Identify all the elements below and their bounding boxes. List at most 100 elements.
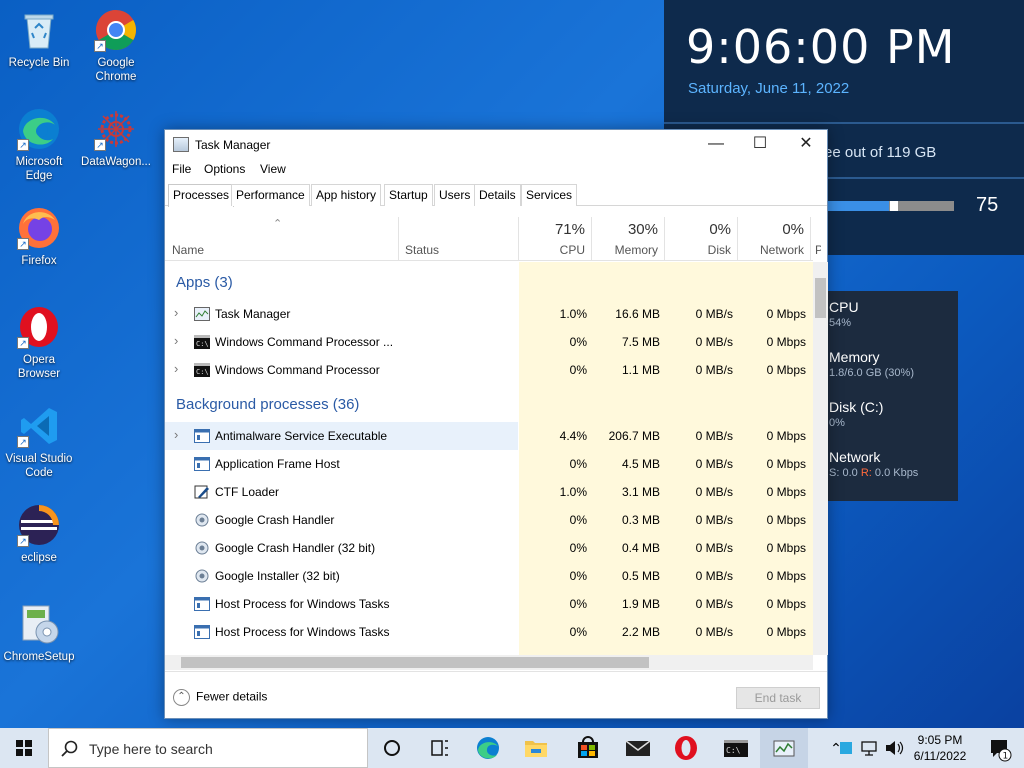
sys-memory: Memory 1.8/6.0 GB (30%) — [829, 349, 914, 379]
process-memory: 0.4 MB — [621, 541, 660, 555]
maximize-button[interactable]: ☐ — [737, 130, 783, 160]
sys-memory-value: 1.8/6.0 GB (30%) — [829, 367, 914, 379]
chevron-right-icon[interactable]: › — [174, 427, 178, 442]
windows-logo-icon — [16, 740, 32, 756]
chevron-right-icon[interactable]: › — [174, 305, 178, 320]
tab-performance[interactable]: Performance — [231, 184, 310, 206]
fewer-details-button[interactable]: ⌃ Fewer details — [173, 689, 267, 706]
desktop-icon-datawagon[interactable]: ↗ DataWagon... — [78, 107, 154, 169]
desktop-icon-google-chrome[interactable]: ↗ Google Chrome — [78, 8, 154, 84]
desktop-icon-opera[interactable]: ↗ Opera Browser — [1, 305, 77, 381]
vertical-scrollbar[interactable] — [813, 262, 828, 655]
table-row[interactable]: › Antimalware Service Executable 4.4% 20… — [165, 422, 813, 450]
table-row[interactable]: › C:\ Windows Command Processor ... 0% 7… — [165, 328, 813, 356]
chevron-right-icon[interactable]: › — [174, 333, 178, 348]
edge-taskbar-icon[interactable] — [464, 728, 512, 768]
command-prompt-taskbar-icon[interactable]: C:\ — [712, 728, 760, 768]
table-row[interactable]: Google Installer (32 bit) 0% 0.5 MB 0 MB… — [165, 562, 813, 590]
minimize-button[interactable]: — — [693, 130, 739, 160]
column-name[interactable]: ⌃ Name — [165, 217, 399, 261]
desktop-icon-recycle-bin[interactable]: Recycle Bin — [1, 8, 77, 70]
table-row[interactable]: Google Crash Handler (32 bit) 0% 0.4 MB … — [165, 534, 813, 562]
volume-icon[interactable] — [882, 728, 906, 768]
close-button[interactable]: ✕ — [783, 130, 829, 160]
table-row[interactable]: Application Frame Host 0% 4.5 MB 0 MB/s … — [165, 450, 813, 478]
tray-clock[interactable]: 9:05 PM 6/11/2022 — [905, 732, 975, 764]
process-disk: 0 MB/s — [695, 625, 733, 639]
column-cpu[interactable]: 71% CPU — [519, 217, 592, 261]
chevron-up-icon: ⌃ — [173, 689, 190, 706]
menu-file[interactable]: File — [172, 162, 191, 176]
tab-app-history[interactable]: App history — [311, 184, 382, 206]
service-window-icon — [194, 457, 210, 471]
end-task-button[interactable]: End task — [736, 687, 820, 709]
task-view-icon[interactable] — [416, 728, 464, 768]
group-background: Background processes (36) — [176, 396, 360, 413]
tray-app-icon[interactable] — [836, 728, 856, 768]
task-manager-icon — [173, 137, 189, 152]
column-disk[interactable]: 0% Disk — [665, 217, 738, 261]
firefox-icon: ↗ — [17, 206, 61, 250]
desktop-icon-microsoft-edge[interactable]: ↗ Microsoft Edge — [1, 107, 77, 183]
window-title: Task Manager — [195, 138, 271, 152]
shortcut-arrow-icon: ↗ — [17, 535, 29, 547]
horizontal-scrollbar[interactable] — [165, 655, 813, 670]
desktop-icon-vscode[interactable]: ↗ Visual Studio Code — [1, 404, 77, 480]
microsoft-store-icon[interactable] — [564, 728, 612, 768]
file-explorer-icon[interactable] — [512, 728, 560, 768]
process-network: 0 Mbps — [766, 513, 806, 527]
menu-view[interactable]: View — [260, 162, 286, 176]
column-memory[interactable]: 30% Memory — [592, 217, 665, 261]
tab-details[interactable]: Details — [474, 184, 521, 206]
chrome-icon: ↗ — [94, 8, 138, 52]
notifications-icon[interactable]: 1 — [976, 728, 1024, 768]
column-power[interactable]: P — [811, 217, 821, 261]
start-button[interactable] — [0, 728, 48, 768]
desktop-icon-chromesetup[interactable]: ChromeSetup — [1, 602, 77, 664]
notification-count: 1 — [1003, 752, 1009, 762]
mail-icon[interactable] — [614, 728, 662, 768]
process-network: 0 Mbps — [766, 597, 806, 611]
table-row[interactable]: Google Crash Handler 0% 0.3 MB 0 MB/s 0 … — [165, 506, 813, 534]
shortcut-arrow-icon: ↗ — [17, 337, 29, 349]
opera-taskbar-icon[interactable] — [662, 728, 710, 768]
column-status-label: Status — [405, 243, 440, 257]
table-row[interactable]: Host Process for Windows Tasks 0% 1.9 MB… — [165, 590, 813, 618]
task-manager-taskbar-icon[interactable] — [760, 728, 808, 768]
tab-startup[interactable]: Startup — [384, 184, 433, 206]
desktop-icon-firefox[interactable]: ↗ Firefox — [1, 206, 77, 268]
table-row[interactable]: CTF Loader 1.0% 3.1 MB 0 MB/s 0 Mbps — [165, 478, 813, 506]
column-disk-label: Disk — [707, 243, 731, 257]
process-name: Google Crash Handler (32 bit) — [215, 541, 376, 555]
footer: ⌃ Fewer details End task — [165, 671, 827, 720]
tab-users[interactable]: Users — [434, 184, 476, 206]
google-updater-icon — [194, 541, 210, 555]
widget-level-thumb[interactable] — [890, 201, 898, 211]
chrome-setup-icon — [17, 602, 61, 646]
network-icon[interactable] — [858, 728, 882, 768]
table-row[interactable]: › Task Manager 1.0% 16.6 MB 0 MB/s 0 Mbp… — [165, 300, 813, 328]
desktop-icon-label: Google Chrome — [95, 57, 137, 83]
scrollbar-thumb[interactable] — [181, 657, 649, 668]
desktop-icon-label: eclipse — [21, 552, 57, 564]
cortana-icon[interactable] — [368, 728, 416, 768]
tab-processes[interactable]: Processes — [168, 184, 235, 207]
tab-services[interactable]: Services — [521, 184, 578, 206]
process-memory: 7.5 MB — [621, 335, 660, 349]
column-memory-label: Memory — [614, 243, 658, 257]
system-monitor-widget: CPU 54% Memory 1.8/6.0 GB (30%) Disk (C:… — [820, 291, 958, 501]
scrollbar-thumb[interactable] — [815, 278, 826, 318]
column-network[interactable]: 0% Network — [738, 217, 811, 261]
title-bar[interactable]: Task Manager — ☐ ✕ — [165, 130, 827, 160]
column-status[interactable]: Status — [399, 217, 519, 261]
process-network: 0 Mbps — [766, 569, 806, 583]
menu-options[interactable]: Options — [204, 162, 245, 176]
chevron-right-icon[interactable]: › — [174, 361, 178, 376]
process-cpu: 1.0% — [559, 307, 587, 321]
taskbar-search-box[interactable]: Type here to search — [48, 728, 368, 768]
process-name: Application Frame Host — [215, 457, 340, 471]
desktop-icon-eclipse[interactable]: ↗ eclipse — [1, 503, 77, 565]
table-row[interactable]: Host Process for Windows Tasks 0% 2.2 MB… — [165, 618, 813, 646]
table-row[interactable]: › C:\ Windows Command Processor 0% 1.1 M… — [165, 356, 813, 384]
process-name: Google Crash Handler — [215, 513, 335, 527]
